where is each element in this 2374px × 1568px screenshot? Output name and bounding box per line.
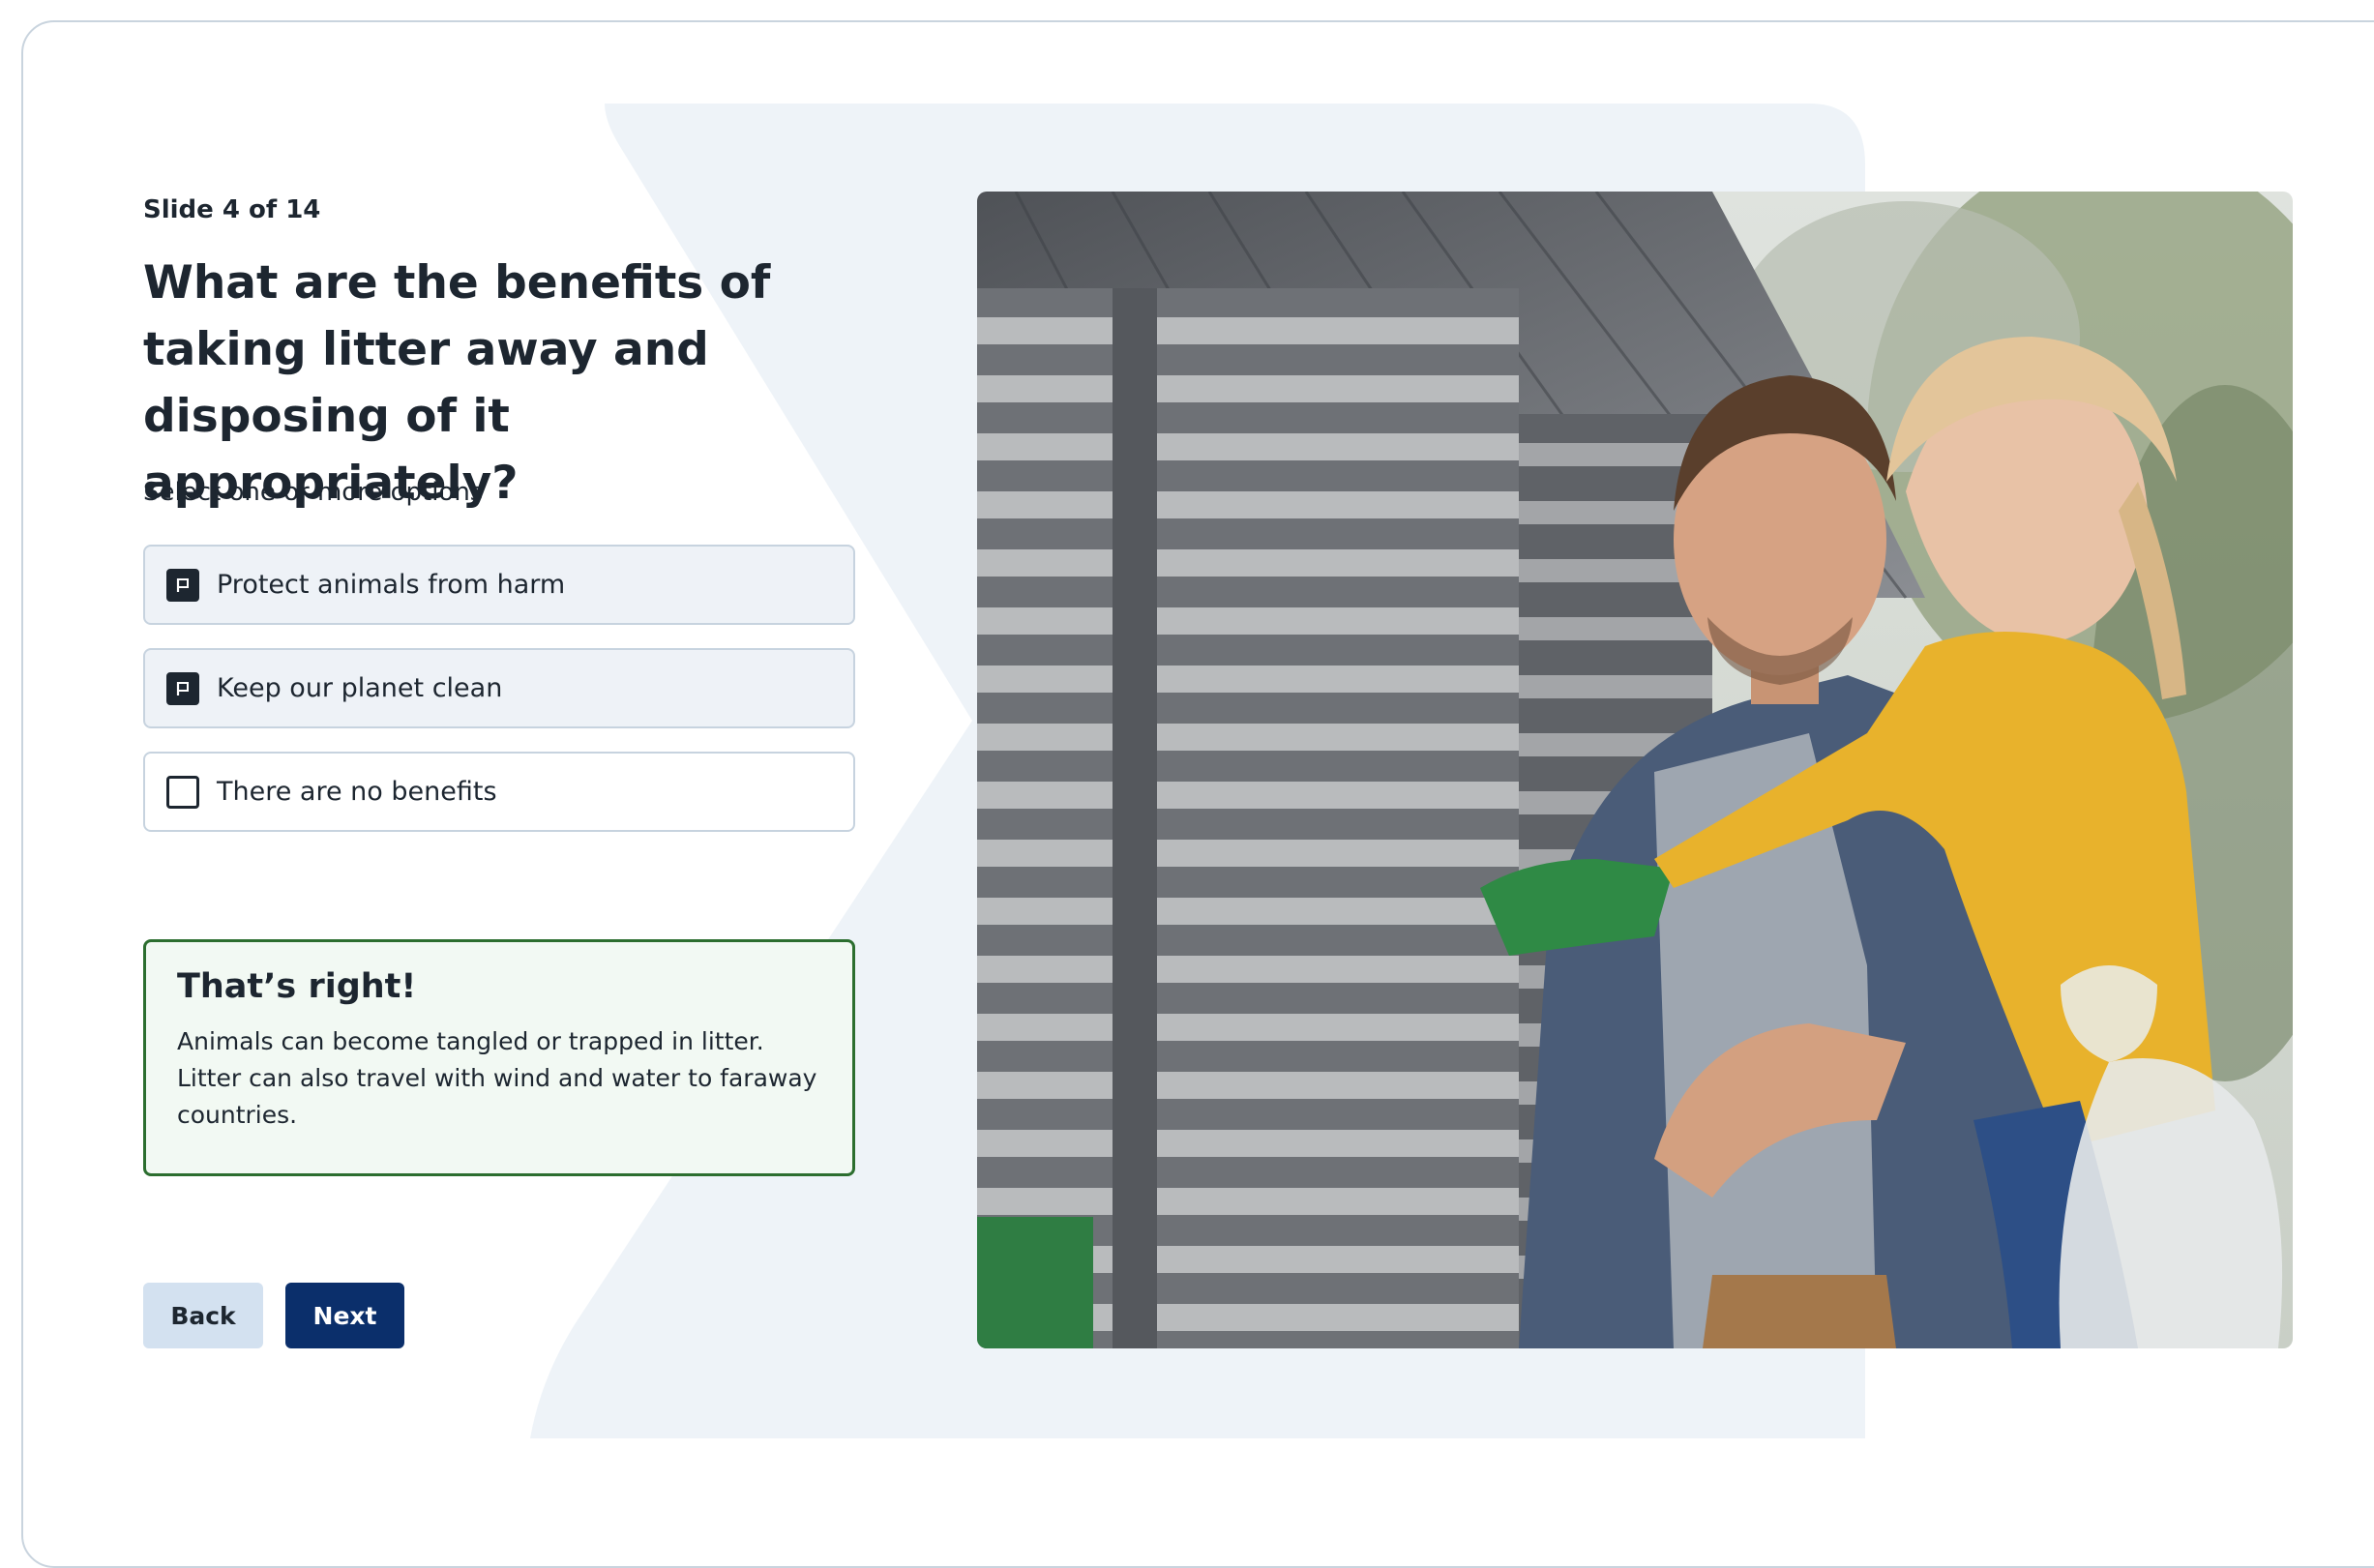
instruction-text: Select one or more options: [143, 478, 484, 507]
option-keep-planet-clean[interactable]: Keep our planet clean: [143, 648, 855, 728]
option-no-benefits[interactable]: There are no benefits: [143, 752, 855, 832]
feedback-title: That’s right!: [177, 967, 417, 1006]
next-button[interactable]: Next: [285, 1283, 404, 1348]
options-list: Protect animals from harm Keep our plane…: [143, 545, 855, 855]
slide-counter: Slide 4 of 14: [143, 195, 321, 224]
option-label: There are no benefits: [217, 777, 497, 807]
empty-checkbox-icon[interactable]: [166, 775, 199, 809]
flag-checkbox-icon[interactable]: [166, 671, 199, 705]
feedback-panel: That’s right! Animals can become tangled…: [143, 939, 855, 1176]
flag-checkbox-icon[interactable]: [166, 568, 199, 602]
slide-photo: [977, 192, 2293, 1348]
back-button[interactable]: Back: [143, 1283, 263, 1348]
option-protect-animals[interactable]: Protect animals from harm: [143, 545, 855, 625]
feedback-body: Animals can become tangled or trapped in…: [177, 1027, 817, 1129]
photo-illustration: [977, 192, 2293, 1348]
option-label: Keep our planet clean: [217, 673, 503, 703]
option-label: Protect animals from harm: [217, 570, 566, 600]
question-title: What are the benefits of taking litter a…: [143, 256, 771, 510]
